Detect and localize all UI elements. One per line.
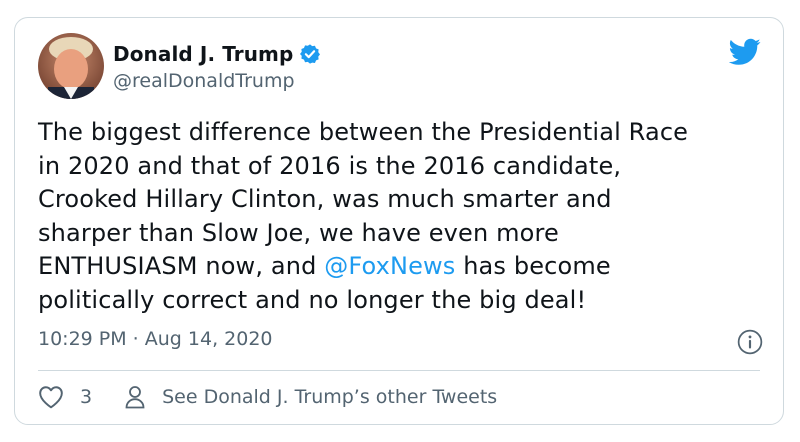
twitter-bird-icon[interactable] (729, 38, 761, 66)
avatar-image (38, 33, 104, 99)
mention-link[interactable]: @FoxNews (324, 252, 455, 280)
see-other-tweets-link[interactable]: See Donald J. Trump’s other Tweets (162, 386, 497, 408)
tweet-timestamp[interactable]: 10:29 PM · Aug 14, 2020 (38, 328, 273, 350)
author-handle[interactable]: @realDonaldTrump (113, 70, 295, 92)
avatar[interactable] (38, 33, 104, 99)
author-name-row[interactable]: Donald J. Trump (113, 42, 321, 66)
author-name[interactable]: Donald J. Trump (113, 42, 293, 66)
person-icon (125, 386, 145, 409)
heart-icon[interactable] (38, 385, 64, 409)
verified-badge-icon (300, 44, 321, 64)
tweet-actions: 3 See Donald J. Trump’s other Tweets (38, 385, 497, 409)
tweet-card: Donald J. Trump @realDonaldTrump The big… (14, 17, 784, 425)
divider (38, 370, 760, 371)
like-count[interactable]: 3 (80, 386, 92, 408)
tweet-text: The biggest difference between the Presi… (38, 116, 758, 317)
info-icon[interactable] (737, 329, 763, 355)
